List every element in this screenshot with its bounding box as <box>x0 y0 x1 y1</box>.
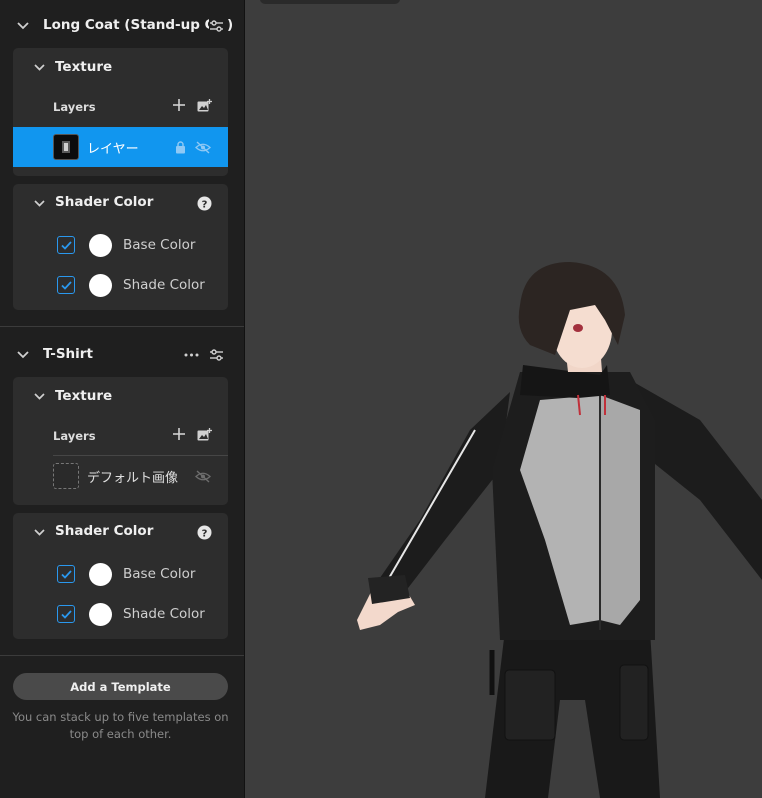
layer-thumbnail <box>53 463 79 489</box>
base-color-row: Base Color <box>13 231 228 261</box>
group-title-suffix: ) <box>227 17 234 33</box>
base-color-checkbox[interactable] <box>57 565 75 583</box>
more-options-icon[interactable] <box>183 347 199 363</box>
base-color-label: Base Color <box>123 237 196 253</box>
help-icon[interactable]: ? <box>196 524 212 540</box>
chevron-down-icon[interactable] <box>32 525 46 539</box>
shader-color-title: Shader Color <box>55 194 154 210</box>
shade-color-row: Shade Color <box>13 271 228 301</box>
base-color-swatch[interactable] <box>89 563 112 586</box>
layers-label: Layers <box>53 100 96 114</box>
texture-title: Texture <box>55 388 113 404</box>
base-color-checkbox[interactable] <box>57 236 75 254</box>
texture-card: Texture Layers デフォルト画像 <box>13 377 228 505</box>
avatar-model <box>357 262 762 798</box>
adjust-settings-icon[interactable] <box>208 18 224 34</box>
divider <box>0 326 244 327</box>
shade-color-checkbox[interactable] <box>57 605 75 623</box>
help-icon[interactable]: ? <box>196 195 212 211</box>
group-header-t-shirt[interactable]: T-Shirt <box>0 342 244 368</box>
shade-color-swatch[interactable] <box>89 603 112 626</box>
visibility-off-icon[interactable] <box>195 139 211 155</box>
add-template-button[interactable]: Add a Template <box>13 673 228 700</box>
chevron-down-icon[interactable] <box>16 19 30 33</box>
shader-color-card: Shader Color ? Base Color Shade Color <box>13 184 228 310</box>
shade-color-label: Shade Color <box>123 606 205 622</box>
layer-name[interactable]: デフォルト画像 <box>87 467 187 486</box>
visibility-off-icon[interactable] <box>195 468 211 484</box>
shader-color-title: Shader Color <box>55 523 154 539</box>
3d-viewport[interactable] <box>245 0 762 798</box>
add-layer-icon[interactable] <box>171 97 187 113</box>
group-title: Long Coat (Stand-up Co <box>43 17 209 33</box>
chevron-down-icon[interactable] <box>32 60 46 74</box>
shade-color-swatch[interactable] <box>89 274 112 297</box>
base-color-swatch[interactable] <box>89 234 112 257</box>
divider <box>0 655 244 656</box>
lock-icon[interactable] <box>172 139 188 155</box>
add-layer-icon[interactable] <box>171 426 187 442</box>
template-hint-text: You can stack up to five templates on to… <box>12 710 229 741</box>
shader-color-card: Shader Color ? Base Color Shade Color <box>13 513 228 639</box>
chevron-down-icon[interactable] <box>32 196 46 210</box>
shade-color-row: Shade Color <box>13 600 228 630</box>
shade-color-label: Shade Color <box>123 277 205 293</box>
add-image-icon[interactable] <box>196 97 212 113</box>
svg-text:?: ? <box>201 528 207 539</box>
shade-color-checkbox[interactable] <box>57 276 75 294</box>
chevron-down-icon[interactable] <box>16 348 30 362</box>
layer-thumbnail <box>53 134 79 160</box>
layer-row[interactable]: デフォルト画像 <box>13 456 228 496</box>
texture-card: Texture Layers レイヤー <box>13 48 228 176</box>
layers-label: Layers <box>53 429 96 443</box>
base-color-label: Base Color <box>123 566 196 582</box>
adjust-settings-icon[interactable] <box>208 347 224 363</box>
group-title: T-Shirt <box>43 346 93 362</box>
add-image-icon[interactable] <box>196 426 212 442</box>
chevron-down-icon[interactable] <box>32 389 46 403</box>
texture-title: Texture <box>55 59 113 75</box>
sidebar: Long Coat (Stand-up Co ) Texture Layers … <box>0 0 245 798</box>
base-color-row: Base Color <box>13 560 228 590</box>
layer-row-selected[interactable]: レイヤー <box>13 127 228 167</box>
svg-text:?: ? <box>201 199 207 210</box>
group-header-long-coat[interactable]: Long Coat (Stand-up Co ) <box>0 13 244 39</box>
